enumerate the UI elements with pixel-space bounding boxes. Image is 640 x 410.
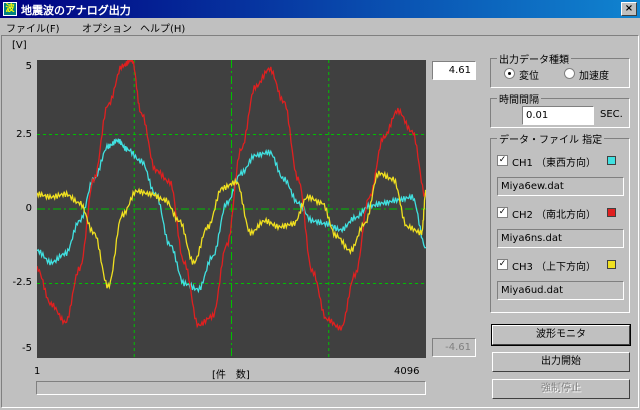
ch2-checkbox[interactable]: ✓: [497, 207, 508, 218]
window-title: 地震波のアナログ出力: [21, 4, 131, 17]
waveform-monitor-button[interactable]: 波形モニタ: [491, 324, 631, 346]
y-tick-label: 5: [25, 61, 32, 72]
interval-unit: SEC.: [600, 109, 623, 120]
acceleration-radio[interactable]: [564, 68, 575, 79]
menu-file[interactable]: ファイル(F): [6, 20, 60, 35]
output-type-title: 出力データ種類: [497, 51, 571, 66]
ch2-color-swatch: [607, 208, 616, 217]
ch3-file-field[interactable]: Miya6ud.dat: [497, 281, 624, 300]
close-button[interactable]: ×: [621, 2, 637, 16]
ch2-label: CH2 （南北方向）: [512, 210, 597, 221]
y-tick-label: -5: [22, 343, 32, 354]
x-axis-label: [件 数]: [212, 370, 250, 381]
ch2-file-field[interactable]: Miya6ns.dat: [497, 229, 624, 248]
start-output-button[interactable]: 出力開始: [492, 352, 630, 372]
waveform-plot: [36, 57, 427, 358]
ch1-label: CH1 （東西方向）: [512, 158, 597, 169]
y-tick-label: 2.5: [16, 129, 32, 140]
title-bar: 波 地震波のアナログ出力 ×: [0, 0, 640, 18]
menu-help[interactable]: ヘルプ(H): [140, 20, 185, 35]
ch3-checkbox[interactable]: ✓: [497, 259, 508, 270]
interval-title: 時間間隔: [497, 91, 541, 106]
menu-options[interactable]: オプション: [82, 20, 132, 35]
min-value-box: -4.61: [432, 338, 476, 357]
app-icon: 波: [3, 2, 17, 16]
output-progress-bar: [36, 381, 426, 395]
displacement-label: 変位: [519, 71, 539, 82]
y-axis-unit: [V]: [12, 40, 27, 51]
data-file-title: データ・ファイル 指定: [497, 131, 605, 146]
y-tick-label: 0: [25, 203, 32, 214]
y-tick-label: -2.5: [12, 277, 32, 288]
menu-bar: ファイル(F) オプション ヘルプ(H): [0, 18, 640, 35]
interval-input[interactable]: 0.01: [522, 106, 594, 125]
ch1-file-field[interactable]: Miya6ew.dat: [497, 177, 624, 196]
x-axis-start: 1: [34, 366, 41, 377]
ch1-checkbox[interactable]: ✓: [497, 155, 508, 166]
ch1-color-swatch: [607, 156, 616, 165]
force-stop-button[interactable]: 強制停止: [492, 379, 630, 399]
waveform-chart: [36, 57, 427, 358]
displacement-radio[interactable]: [504, 68, 515, 79]
ch3-color-swatch: [607, 260, 616, 269]
acceleration-label: 加速度: [579, 71, 609, 82]
ch3-label: CH3 （上下方向）: [512, 262, 597, 273]
max-value-box: 4.61: [432, 61, 476, 80]
x-axis-end: 4096: [394, 366, 420, 377]
